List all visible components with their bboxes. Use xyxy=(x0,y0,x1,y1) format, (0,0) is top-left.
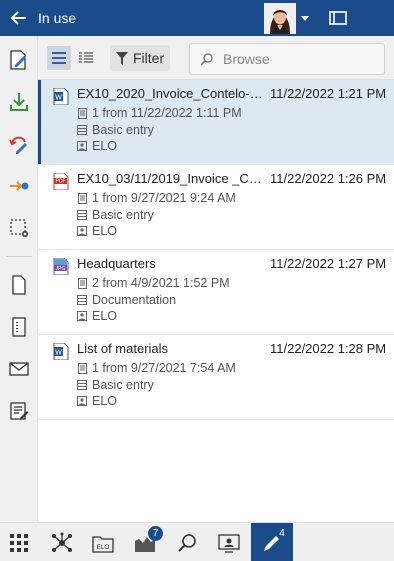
tasks-badge: 7 xyxy=(148,526,163,541)
word-file-icon: W xyxy=(53,88,69,105)
owner-icon xyxy=(77,311,87,322)
list-view-icon xyxy=(52,52,66,64)
new-document-icon xyxy=(12,275,26,295)
list-item[interactable]: JPG Headquarters 11/22/2022 1:27 PM 2 fr… xyxy=(38,250,394,335)
version-icon xyxy=(77,362,87,374)
window-icon xyxy=(329,11,347,25)
filter-label: Filter xyxy=(133,50,165,66)
item-title: Headquarters xyxy=(77,256,156,271)
item-owner: ELO xyxy=(77,223,117,239)
assign-button[interactable] xyxy=(4,171,34,201)
item-version: 1 from 9/27/2021 7:54 AM xyxy=(77,360,236,376)
window-toggle-button[interactable] xyxy=(329,10,347,26)
download-icon xyxy=(10,93,28,111)
item-owner: ELO xyxy=(77,138,117,154)
apps-button[interactable] xyxy=(2,523,36,561)
app-header: In use xyxy=(0,0,394,36)
send-email-button[interactable] xyxy=(4,354,34,384)
repository-button[interactable]: ELO xyxy=(86,523,120,561)
item-version: 2 from 4/9/2021 1:52 PM xyxy=(77,275,230,291)
item-version: 1 from 9/27/2021 9:24 AM xyxy=(77,190,236,206)
search-input[interactable] xyxy=(223,51,373,67)
filter-icon xyxy=(116,51,128,65)
contacts-button[interactable] xyxy=(212,523,246,561)
avatar[interactable] xyxy=(264,3,296,34)
page-title: In use xyxy=(38,10,77,26)
item-title: List of materials xyxy=(77,341,169,356)
barcode-document-button[interactable] xyxy=(4,312,34,342)
version-icon xyxy=(77,277,87,289)
form-button[interactable] xyxy=(4,396,34,426)
svg-text:W: W xyxy=(55,95,62,102)
mask-icon xyxy=(77,380,87,391)
item-title: EX10_03/11/2019_Invoice _Cont... xyxy=(77,171,269,186)
assign-icon xyxy=(10,181,29,191)
svg-text:JPG: JPG xyxy=(56,266,66,272)
email-icon xyxy=(9,362,29,376)
mask-icon xyxy=(77,125,87,136)
svg-text:W: W xyxy=(55,350,62,357)
version-icon xyxy=(77,107,87,119)
pdf-file-icon: PDF xyxy=(53,173,69,190)
user-menu-caret[interactable] xyxy=(300,13,310,23)
checkout-download-button[interactable] xyxy=(4,87,34,117)
list-toolbar: Filter xyxy=(38,36,394,80)
search-icon xyxy=(200,52,213,66)
edit-document-button[interactable] xyxy=(4,45,34,75)
arrow-left-icon xyxy=(11,11,26,25)
undo-checkout-icon xyxy=(9,136,27,154)
owner-icon xyxy=(77,141,87,152)
item-version: 1 from 11/22/2022 1:11 PM xyxy=(77,105,242,121)
network-icon xyxy=(52,532,72,552)
form-icon xyxy=(10,402,29,420)
item-date: 11/22/2022 1:26 PM xyxy=(270,171,387,186)
svg-text:PDF: PDF xyxy=(56,179,66,185)
bottom-navigation: ELO 7 4 xyxy=(0,522,394,561)
item-date: 11/22/2022 1:28 PM xyxy=(270,341,387,356)
item-owner: ELO xyxy=(77,308,117,324)
detail-view-icon xyxy=(79,52,93,63)
mask-icon xyxy=(77,295,87,306)
list-item[interactable]: W List of materials 11/22/2022 1:28 PM 1… xyxy=(38,335,394,420)
network-button[interactable] xyxy=(45,523,79,561)
in-use-badge: 4 xyxy=(279,527,285,539)
selection-settings-icon xyxy=(10,219,29,238)
contact-card-icon xyxy=(218,533,240,553)
chevron-down-icon xyxy=(301,15,309,21)
left-toolbar xyxy=(0,36,38,522)
document-list: W EX10_2020_Invoice_Contelo-Co... 11/22/… xyxy=(38,80,394,522)
item-mask: Basic entry xyxy=(77,377,154,393)
list-view-button[interactable] xyxy=(47,46,71,70)
list-item[interactable]: W EX10_2020_Invoice_Contelo-Co... 11/22/… xyxy=(38,80,394,165)
back-button[interactable] xyxy=(0,0,38,36)
item-mask: Basic entry xyxy=(77,122,154,138)
owner-icon xyxy=(77,396,87,407)
toolbar-divider xyxy=(6,256,32,257)
item-title: EX10_2020_Invoice_Contelo-Co... xyxy=(77,86,269,101)
selection-settings-button[interactable] xyxy=(4,213,34,243)
new-document-button[interactable] xyxy=(4,270,34,300)
item-date: 11/22/2022 1:21 PM xyxy=(270,86,387,101)
list-item[interactable]: PDF EX10_03/11/2019_Invoice _Cont... 11/… xyxy=(38,165,394,250)
item-owner: ELO xyxy=(77,393,117,409)
word-file-icon: W xyxy=(53,343,69,360)
elo-archive-icon: ELO xyxy=(92,535,114,553)
owner-icon xyxy=(77,226,87,237)
item-mask: Documentation xyxy=(77,292,176,308)
version-icon xyxy=(77,192,87,204)
edit-document-icon xyxy=(10,50,26,70)
filter-button[interactable]: Filter xyxy=(110,45,170,71)
item-date: 11/22/2022 1:27 PM xyxy=(270,256,387,271)
search-icon xyxy=(178,533,196,552)
barcode-document-icon xyxy=(12,317,26,337)
mask-icon xyxy=(77,210,87,221)
image-file-icon: JPG xyxy=(53,258,69,275)
undo-checkout-button[interactable] xyxy=(4,129,34,159)
detail-view-button[interactable] xyxy=(74,46,98,70)
item-mask: Basic entry xyxy=(77,207,154,223)
svg-text:ELO: ELO xyxy=(96,544,109,551)
grid-icon xyxy=(10,533,28,552)
search-box[interactable] xyxy=(189,43,385,75)
search-nav-button[interactable] xyxy=(170,523,204,561)
